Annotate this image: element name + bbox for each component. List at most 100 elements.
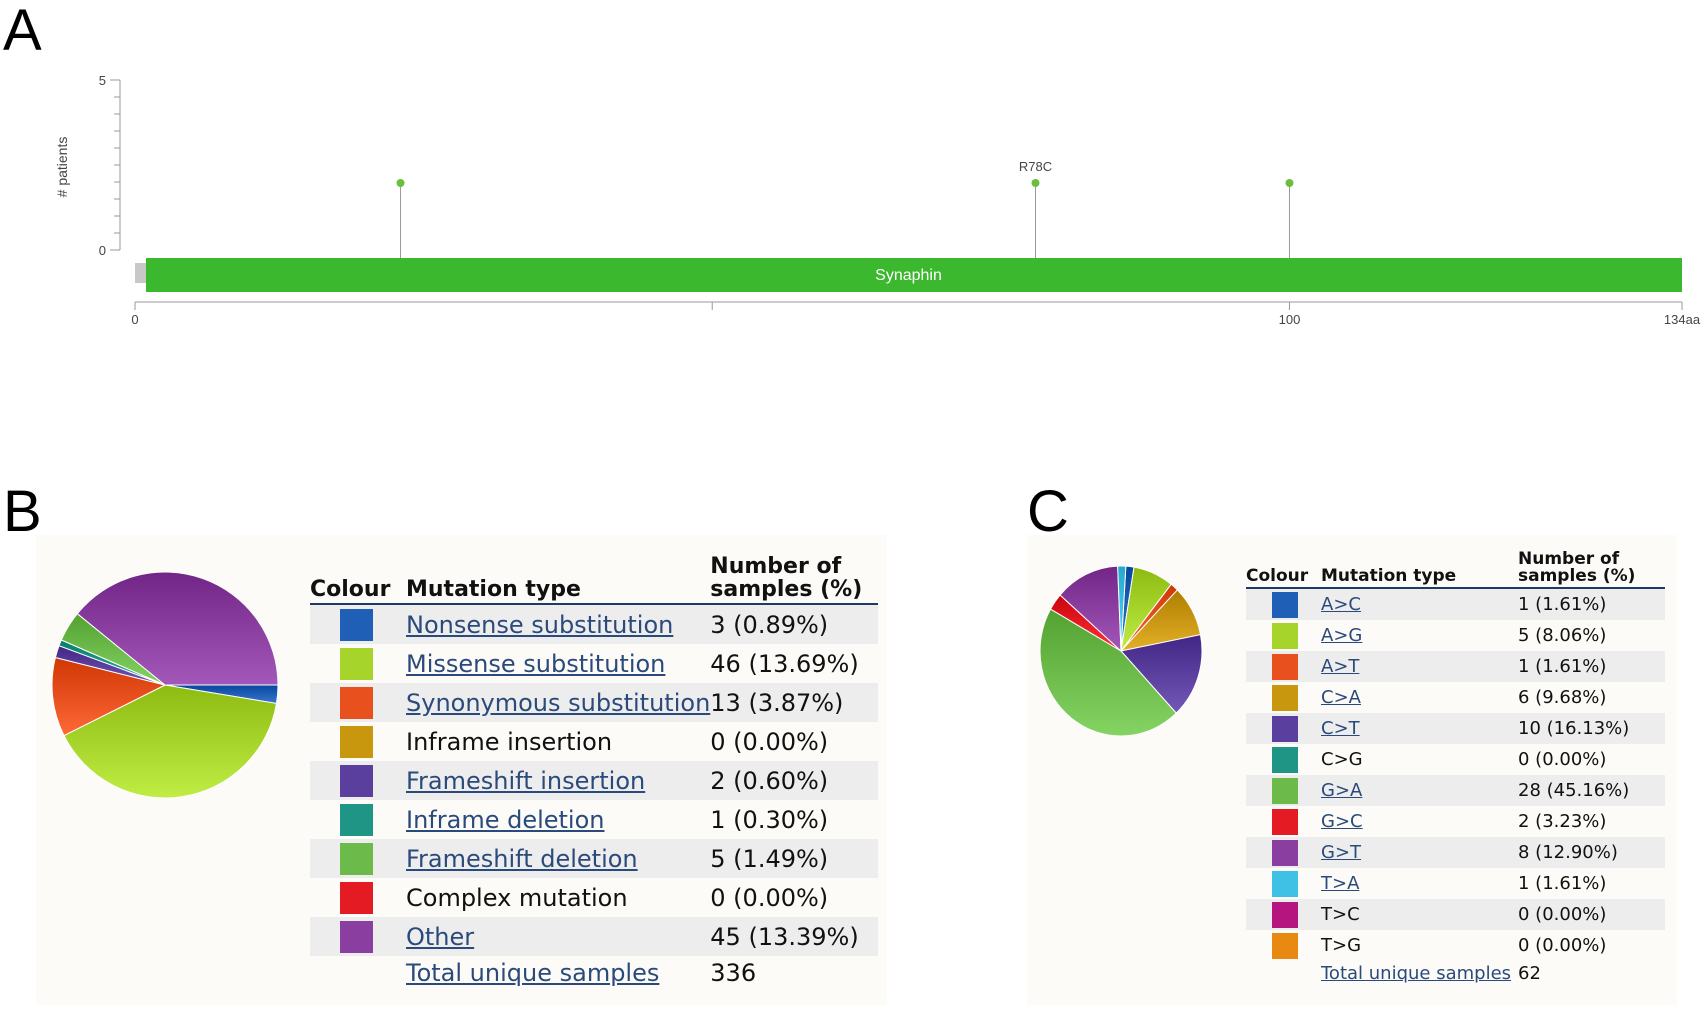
colour-cell (1246, 806, 1321, 837)
colour-swatch (1272, 901, 1298, 928)
mutation-type-cell: Inframe insertion (406, 722, 710, 761)
table-row: G>C 2 (3.23%) (1246, 806, 1665, 837)
mutation-type-label: Complex mutation (406, 883, 628, 912)
table-row: Frameshift insertion 2 (0.60%) (310, 761, 878, 800)
mutation-type-link-a-c[interactable]: A>C (1321, 594, 1361, 615)
total-unique-samples-link[interactable]: Total unique samples (1321, 963, 1511, 984)
lollipop-marks: Synaphin R78C (135, 159, 1682, 292)
samples-cell: 0 (0.00%) (1518, 935, 1607, 956)
colour-cell (310, 761, 406, 800)
colour-swatch (1272, 870, 1298, 897)
mutation-type-link-g-a[interactable]: G>A (1321, 780, 1362, 801)
table-row: Other 45 (13.39%) (310, 917, 878, 956)
header-colour: Colour (310, 555, 406, 605)
header-samples: Number of samples (%) (710, 555, 878, 605)
samples-cell: 5 (8.06%) (1518, 625, 1607, 646)
samples-cell: 28 (45.16%) (1518, 775, 1665, 806)
colour-cell (1246, 899, 1321, 930)
mutation-type-label: Inframe insertion (406, 727, 613, 756)
colour-swatch (1272, 746, 1298, 773)
colour-swatch (340, 842, 373, 875)
header-mutation-type: Mutation type (1321, 551, 1518, 589)
mutation-type-link-frameshift-insertion[interactable]: Frameshift insertion (406, 767, 645, 795)
colour-swatch (1272, 715, 1298, 742)
mutation-type-cell: Frameshift insertion (406, 761, 711, 800)
mutation-type-link-missense-substitution[interactable]: Missense substitution (406, 650, 665, 678)
header-samples: Number of samples (%) (1518, 551, 1665, 589)
domain-label: Synaphin (875, 267, 942, 284)
total-label-cell: Total unique samples (406, 956, 710, 990)
colour-cell (1246, 775, 1321, 806)
mutation-label: R78C (1019, 159, 1052, 174)
mutation-type-link-synonymous-substitution[interactable]: Synonymous substitution (406, 689, 710, 717)
samples-cell: 5 (1.49%) (710, 839, 878, 878)
mutation-type-link-g-t[interactable]: G>T (1321, 842, 1361, 863)
colour-swatch (1272, 622, 1298, 649)
panel-label-b: B (3, 479, 42, 544)
colour-cell (1246, 868, 1321, 899)
table-header-row: Colour Mutation type Number of samples (… (1246, 551, 1665, 589)
colour-cell (310, 683, 406, 722)
mutation-type-cell: T>G (1321, 930, 1518, 961)
mutation-type-label: C>G (1321, 749, 1363, 770)
samples-cell: 10 (16.13%) (1518, 713, 1665, 744)
mutation-table-c: Colour Mutation type Number of samples (… (1246, 551, 1665, 985)
colour-swatch (1272, 839, 1298, 866)
mutation-type-link-nonsense-substitution[interactable]: Nonsense substitution (406, 611, 673, 639)
table-row: A>C 1 (1.61%) (1246, 588, 1665, 620)
colour-cell (310, 800, 406, 839)
table-row: T>A 1 (1.61%) (1246, 868, 1665, 899)
lollipop-head[interactable] (1031, 179, 1040, 187)
y-axis-label: # patients (54, 137, 70, 198)
colour-swatch (340, 920, 373, 953)
total-value: 62 (1518, 962, 1541, 984)
lollipop-head[interactable] (396, 179, 405, 187)
table-row: G>T 8 (12.90%) (1246, 837, 1665, 868)
samples-cell: 1 (1.61%) (1518, 588, 1665, 620)
mutation-type-cell: A>G (1321, 620, 1518, 651)
mutation-type-cell: G>C (1321, 806, 1518, 837)
samples-cell: 0 (0.00%) (1518, 749, 1607, 770)
pie-c-slices (1039, 565, 1203, 737)
mutation-type-link-c-a[interactable]: C>A (1321, 687, 1361, 708)
mutation-type-link-t-a[interactable]: T>A (1321, 873, 1359, 894)
mutation-type-cell: Frameshift deletion (406, 839, 711, 878)
colour-cell (1246, 620, 1321, 651)
total-unique-samples-link[interactable]: Total unique samples (406, 959, 659, 987)
table-row: C>A 6 (9.68%) (1246, 682, 1665, 713)
mutation-type-link-a-g[interactable]: A>G (1321, 625, 1362, 646)
colour-cell (1246, 588, 1321, 620)
mutation-type-cell: T>A (1321, 868, 1518, 899)
mutation-type-label: T>C (1321, 904, 1360, 925)
mutation-type-cell: G>A (1321, 775, 1518, 806)
x-tick-label: 100 (1279, 312, 1301, 327)
mutation-type-link-inframe-deletion[interactable]: Inframe deletion (406, 806, 605, 834)
table-row: Synonymous substitution 13 (3.87%) (310, 683, 878, 722)
mutation-type-cell: C>A (1321, 682, 1518, 713)
samples-cell: 0 (0.00%) (710, 883, 829, 912)
mutation-type-cell: T>C (1321, 899, 1518, 930)
samples-cell: 3 (0.89%) (710, 604, 878, 644)
mutation-type-label: T>G (1321, 935, 1362, 956)
table-row: Complex mutation 0 (0.00%) (310, 878, 878, 917)
mutation-type-link-a-t[interactable]: A>T (1321, 656, 1359, 677)
mutation-type-cell: Synonymous substitution (406, 683, 711, 722)
x-tick-label: 134aa (1664, 312, 1701, 327)
x-tick-label: 0 (131, 312, 138, 327)
mutation-type-link-g-c[interactable]: G>C (1321, 811, 1363, 832)
mutation-type-link-c-t[interactable]: C>T (1321, 718, 1360, 739)
samples-cell: 45 (13.39%) (710, 917, 878, 956)
lollipop-head[interactable] (1285, 179, 1294, 187)
colour-cell (1246, 682, 1321, 713)
total-label-cell: Total unique samples (1321, 961, 1518, 985)
table-row: T>C 0 (0.00%) (1246, 899, 1665, 930)
mutation-type-link-other[interactable]: Other (406, 923, 474, 951)
table-row: T>G 0 (0.00%) (1246, 930, 1665, 961)
table-row: Missense substitution 46 (13.69%) (310, 644, 878, 683)
mutation-type-link-frameshift-deletion[interactable]: Frameshift deletion (406, 845, 638, 873)
colour-swatch (1272, 653, 1298, 680)
table-row: G>A 28 (45.16%) (1246, 775, 1665, 806)
colour-cell (310, 839, 406, 878)
mutation-type-cell: Complex mutation (406, 878, 710, 917)
mutation-type-cell: Missense substitution (406, 644, 710, 683)
